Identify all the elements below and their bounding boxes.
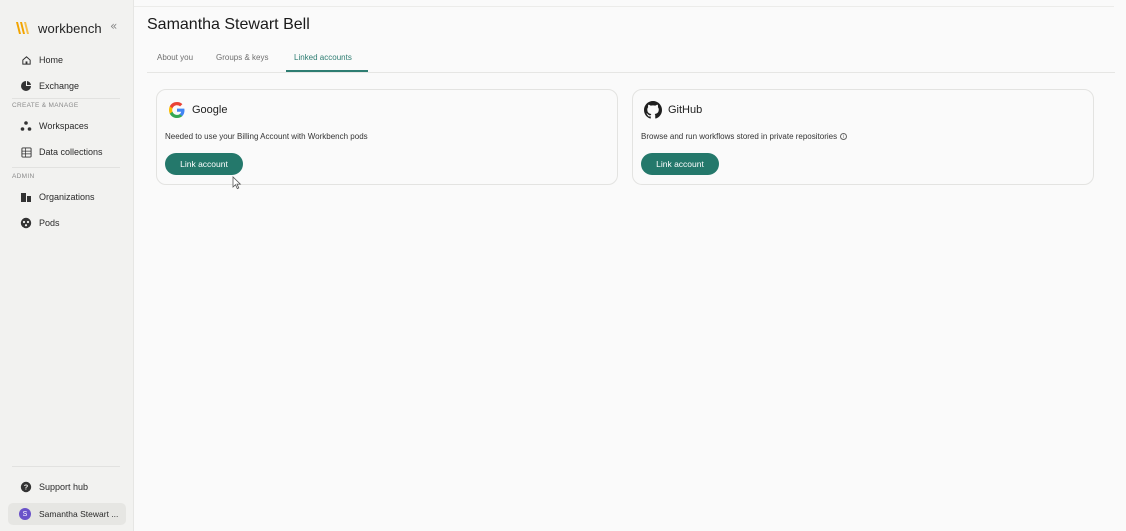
section-label-create-manage: CREATE & MANAGE [12,102,79,109]
exchange-icon [20,80,32,92]
card-description: Needed to use your Billing Account with … [165,132,368,141]
card-header: GitHub [644,101,702,119]
workspaces-icon [20,120,32,132]
sidebar-item-label: Organizations [39,192,95,202]
sidebar-item-workspaces[interactable]: Workspaces [8,115,126,137]
user-name: Samantha Stewart ... [39,509,119,519]
google-icon [169,102,185,118]
tab-linked-accounts[interactable]: Linked accounts [294,53,352,62]
sidebar: workbench « Home Exchange CREATE & MANAG… [0,0,134,531]
sidebar-item-pods[interactable]: Pods [8,212,126,234]
sidebar-item-label: Support hub [39,482,89,492]
card-description-text: Browse and run workflows stored in priva… [641,132,838,141]
tab-groups-keys[interactable]: Groups & keys [216,53,268,62]
help-icon: ? [20,481,32,493]
tab-about-you[interactable]: About you [157,53,193,62]
divider [12,98,120,99]
sidebar-item-label: Workspaces [39,121,89,131]
tabs-divider [147,72,1115,73]
sidebar-item-exchange[interactable]: Exchange [8,75,126,97]
organizations-icon [20,191,32,203]
sidebar-item-label: Data collections [39,147,103,157]
google-card: Google Needed to use your Billing Accoun… [156,89,618,185]
sidebar-item-home[interactable]: Home [8,49,126,71]
sidebar-item-support-hub[interactable]: ? Support hub [8,476,126,498]
card-description: Browse and run workflows stored in priva… [641,132,848,141]
pods-icon [20,217,32,229]
svg-text:?: ? [24,483,29,492]
divider [12,466,120,467]
sidebar-item-data-collections[interactable]: Data collections [8,141,126,163]
info-icon[interactable]: i [840,133,848,140]
card-title: Google [192,104,228,116]
github-card: GitHub Browse and run workflows stored i… [632,89,1094,185]
github-icon [644,101,662,119]
sidebar-item-organizations[interactable]: Organizations [8,186,126,208]
card-header: Google [168,101,227,119]
top-divider [134,6,1114,7]
google-link-account-button[interactable]: Link account [165,153,243,175]
divider [12,167,120,168]
sidebar-item-label: Home [39,55,64,65]
data-collections-icon [20,146,32,158]
card-title: GitHub [668,104,703,116]
brand[interactable]: workbench [15,18,102,38]
avatar: S [19,508,31,520]
user-menu[interactable]: S Samantha Stewart ... [8,503,126,525]
section-label-admin: ADMIN [12,173,35,180]
workbench-logo-icon [16,22,29,34]
page-title: Samantha Stewart Bell [147,16,310,33]
collapse-sidebar-icon[interactable]: « [110,19,117,33]
mouse-cursor-icon [232,176,242,190]
github-link-account-button[interactable]: Link account [641,153,719,175]
brand-name: workbench [38,20,102,36]
sidebar-item-label: Pods [39,218,60,228]
home-icon [20,54,32,66]
sidebar-item-label: Exchange [39,81,80,91]
